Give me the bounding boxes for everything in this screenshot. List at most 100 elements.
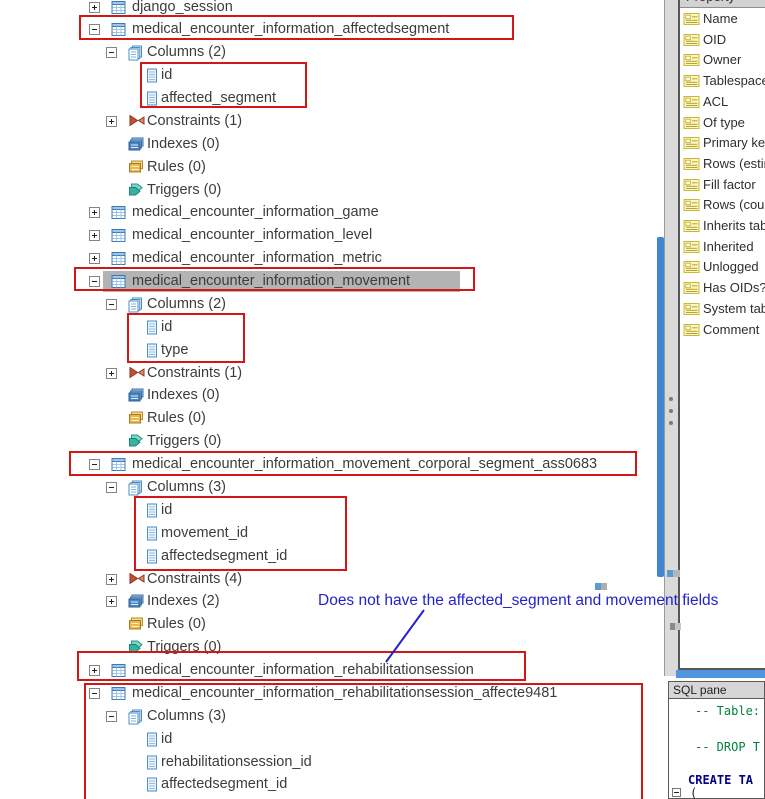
property-label: Rows (coun [703, 197, 765, 212]
properties-column-header[interactable]: Property [680, 0, 765, 8]
tree-item-label: Constraints (1) [147, 113, 243, 129]
property-label: Unlogged [703, 259, 759, 274]
property-label: Inherited [703, 239, 754, 254]
property-label: Inherits tab [703, 218, 765, 233]
property-label: System tab [703, 301, 765, 316]
tree-row[interactable]: Triggers (0) [0, 179, 664, 202]
indexes-icon [128, 594, 145, 610]
property-label: Primary key [703, 135, 765, 150]
property-icon [683, 323, 700, 337]
property-label: Has OIDs? [703, 280, 765, 295]
tree-scrollbar-thumb[interactable] [657, 237, 664, 577]
sql-line: CREATE TA [688, 773, 754, 787]
property-row[interactable]: Inherited [680, 236, 765, 257]
collapse-icon[interactable] [106, 482, 117, 493]
tree-row[interactable]: Constraints (4) [0, 568, 664, 591]
property-label: Of type [703, 115, 745, 130]
property-row[interactable]: Tablespace [680, 70, 765, 91]
property-icon [683, 240, 700, 254]
property-row[interactable]: Owner [680, 49, 765, 70]
properties-panel: Property Name OID Owner Tablespace ACL Of typ… [678, 0, 765, 670]
tree-row[interactable]: affected_segment [0, 87, 664, 110]
tree-row[interactable]: Constraints (1) [0, 362, 664, 385]
property-icon [683, 74, 700, 88]
expand-icon[interactable] [89, 2, 100, 13]
property-row[interactable]: Rows (estim [680, 153, 765, 174]
property-label: Comment [703, 322, 760, 337]
tree-item-label: Rules (0) [147, 616, 206, 632]
tree-row[interactable]: Columns (2) [0, 41, 664, 64]
expand-icon[interactable] [89, 230, 100, 241]
ui-artifact [675, 623, 681, 630]
tree-row[interactable]: Rules (0) [0, 156, 664, 179]
tree-item-label: Constraints (4) [147, 571, 243, 587]
property-row[interactable]: System tab [680, 298, 765, 319]
tree-row[interactable]: medical_encounter_information_level [0, 224, 664, 247]
code-fold-icon[interactable] [672, 788, 681, 797]
constraints-icon [128, 366, 145, 382]
expand-icon[interactable] [106, 368, 117, 379]
tree-row[interactable]: Constraints (1) [0, 110, 664, 133]
expand-icon[interactable] [106, 574, 117, 585]
table-icon [111, 228, 128, 244]
property-row[interactable]: Rows (coun [680, 194, 765, 215]
collapse-icon[interactable] [106, 47, 117, 58]
tree-item-label: medical_encounter_information_level [132, 227, 373, 243]
sql-pane-content[interactable]: -- Table: -- DROP T CREATE TA( [669, 699, 764, 799]
table-icon [111, 205, 128, 221]
property-row[interactable]: Comment [680, 319, 765, 340]
tree-item-label: Indexes (0) [147, 387, 220, 403]
tree-item-label: Indexes (0) [147, 136, 220, 152]
property-row[interactable]: OID [680, 29, 765, 50]
indexes-icon [128, 388, 145, 404]
tree-row[interactable]: Columns (2) [0, 293, 664, 316]
property-icon [683, 95, 700, 109]
tree-row[interactable]: Rules (0) [0, 407, 664, 430]
sql-line: ( [690, 786, 698, 799]
expand-icon[interactable] [89, 207, 100, 218]
tree-item-label: Triggers (0) [147, 433, 222, 449]
property-row[interactable]: Has OIDs? [680, 277, 765, 298]
rules-icon [128, 411, 145, 427]
expand-icon[interactable] [106, 116, 117, 127]
annotation-box-movement-table [74, 267, 475, 291]
expand-icon[interactable] [89, 253, 100, 264]
tree-row[interactable]: Rules (0) [0, 613, 664, 636]
indexes-icon [128, 137, 145, 153]
property-icon [683, 116, 700, 130]
columns-icon [128, 45, 145, 61]
property-label: Rows (estim [703, 156, 765, 171]
horizontal-sash[interactable] [676, 670, 765, 678]
triggers-icon [128, 183, 145, 199]
tree-row[interactable]: type [0, 339, 664, 362]
property-row[interactable]: Name [680, 8, 765, 29]
property-row[interactable]: Inherits tab [680, 215, 765, 236]
property-icon [683, 53, 700, 67]
annotation-box-corporal-segment-table [69, 451, 637, 476]
tree-row[interactable]: id [0, 64, 664, 87]
tree-row[interactable]: medical_encounter_information_game [0, 201, 664, 224]
annotation-box-corporal-segment-columns [134, 496, 347, 571]
sql-pane[interactable]: SQL pane -- Table: -- DROP T CREATE TA( [668, 681, 765, 799]
property-row[interactable]: Of type [680, 112, 765, 133]
property-label: ACL [703, 94, 729, 109]
expand-icon[interactable] [106, 596, 117, 607]
tree-row[interactable]: id [0, 316, 664, 339]
property-row[interactable]: Fill factor [680, 174, 765, 195]
table-icon [111, 251, 128, 267]
property-row[interactable]: Primary key [680, 132, 765, 153]
property-label: Tablespace [703, 73, 765, 88]
ui-artifact [673, 570, 680, 577]
collapse-icon[interactable] [106, 299, 117, 310]
tree-row[interactable]: Indexes (0) [0, 384, 664, 407]
property-row[interactable]: ACL [680, 91, 765, 112]
tree-item-label: Indexes (2) [147, 593, 220, 609]
tree-item-label: Columns (2) [147, 44, 226, 60]
property-icon [683, 198, 700, 212]
tree-item-label: Constraints (1) [147, 365, 243, 381]
tree-row[interactable]: Indexes (0) [0, 133, 664, 156]
tree-row[interactable]: Triggers (0) [0, 430, 664, 453]
property-row[interactable]: Unlogged [680, 256, 765, 277]
property-icon [683, 157, 700, 171]
property-icon [683, 281, 700, 295]
